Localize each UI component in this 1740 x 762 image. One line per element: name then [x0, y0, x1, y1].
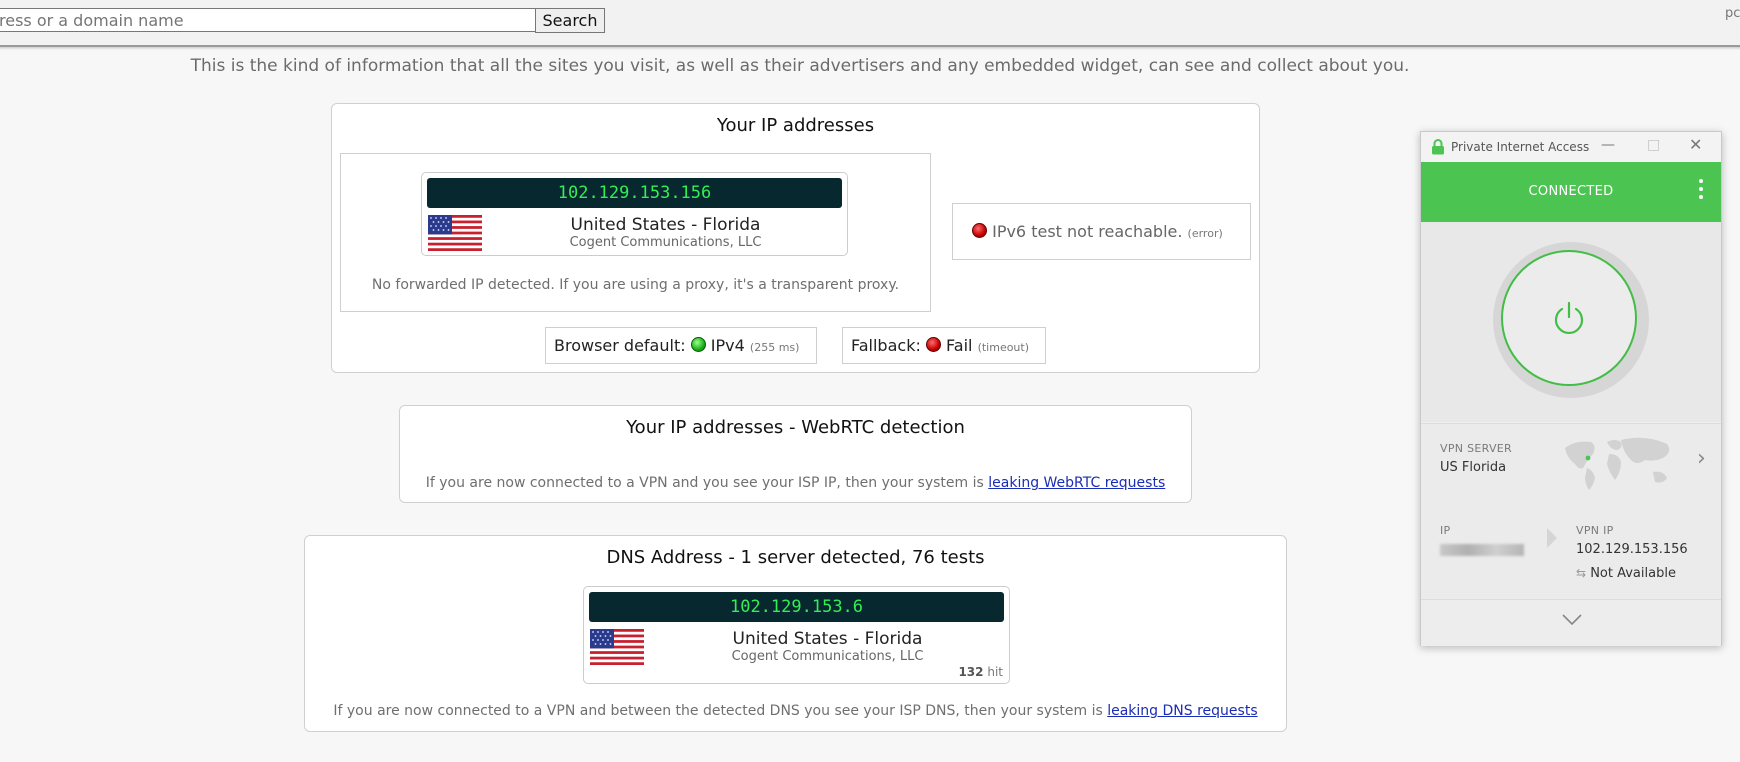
ipv6-text: IPv6 test not reachable. — [992, 222, 1183, 241]
pia-expand-bar[interactable] — [1421, 600, 1721, 646]
ipv6-status-line: IPv6 test not reachable. (error) — [972, 222, 1223, 241]
fallback-status: (timeout) — [977, 341, 1030, 354]
ip-label: IP — [1440, 524, 1451, 537]
ip-addresses-card: Your IP addresses 102.129.153.156 United… — [331, 103, 1260, 373]
power-button[interactable] — [1501, 250, 1637, 386]
webrtc-note: If you are now connected to a VPN and yo… — [400, 475, 1191, 491]
vpn-ip-label: VPN IP — [1576, 524, 1614, 537]
dns-isp: Cogent Communications, LLC — [731, 649, 924, 664]
dns-card-title: DNS Address - 1 server detected, 76 test… — [606, 547, 985, 568]
dns-hits-suffix: hit — [987, 665, 1003, 679]
webrtc-card-title: Your IP addresses - WebRTC detection — [626, 417, 965, 438]
fallback-value: Fail — [946, 336, 973, 355]
dns-note: If you are now connected to a VPN and be… — [305, 703, 1286, 719]
port-forward-status: ⇆ Not Available — [1576, 566, 1676, 581]
leaking-webrtc-link[interactable]: leaking WebRTC requests — [988, 475, 1165, 491]
ipv6-error: (error) — [1187, 227, 1223, 240]
red-status-dot-icon — [972, 223, 987, 238]
vpn-server-label: VPN SERVER — [1440, 442, 1512, 455]
leaking-dns-link[interactable]: leaking DNS requests — [1107, 703, 1257, 719]
power-ring — [1493, 242, 1649, 398]
port-forward-icon: ⇆ — [1576, 566, 1587, 580]
dns-hits: 132 hit — [958, 665, 1003, 679]
browser-default-value: IPv4 — [710, 336, 745, 355]
minimize-icon[interactable]: — — [1601, 137, 1615, 153]
vpn-ip-value: 102.129.153.156 — [1576, 542, 1688, 557]
more-menu-icon[interactable] — [1699, 179, 1703, 203]
chevron-down-icon[interactable] — [1562, 614, 1582, 626]
browser-default-label: Browser default: — [554, 336, 686, 355]
green-status-dot-icon — [690, 337, 706, 352]
dns-ip-value: 102.129.153.6 — [589, 592, 1004, 622]
power-icon — [1554, 301, 1584, 334]
ip-isp: Cogent Communications, LLC — [569, 235, 762, 250]
ip-country: United States - Florida — [570, 215, 761, 235]
pia-power-area — [1421, 222, 1721, 422]
fallback-label: Fallback: — [851, 336, 921, 355]
pia-connection-status: CONNECTED — [1528, 184, 1614, 199]
dns-ip-tile: 102.129.153.6 United States - Florida Co… — [583, 586, 1010, 684]
toolbar-shadow — [0, 47, 1740, 50]
vpn-server-row[interactable]: VPN SERVER US Florida › — [1421, 423, 1721, 505]
intro-text: This is the kind of information that all… — [190, 56, 1410, 76]
world-map-icon — [1565, 437, 1670, 490]
pia-titlebar: Private Internet Access — □ ✕ — [1421, 132, 1721, 162]
browser-default-line: Browser default: IPv4 (255 ms) — [554, 336, 799, 355]
close-icon[interactable]: ✕ — [1689, 135, 1702, 154]
blurred-ip — [1440, 544, 1524, 556]
ipv4-box: 102.129.153.156 United States - Florida … — [340, 153, 931, 312]
ipv6-box: IPv6 test not reachable. (error) — [952, 203, 1251, 260]
webrtc-card: Your IP addresses - WebRTC detection If … — [399, 405, 1192, 503]
lock-icon — [1432, 139, 1444, 155]
us-flag-icon — [590, 629, 644, 665]
dns-card: DNS Address - 1 server detected, 76 test… — [304, 535, 1287, 732]
not-available-text: Not Available — [1590, 566, 1676, 581]
pia-status-banner: CONNECTED — [1421, 162, 1721, 222]
us-flag-icon — [428, 215, 482, 251]
browser-default-box: Browser default: IPv4 (255 ms) — [545, 327, 817, 364]
ip-value: 102.129.153.156 — [427, 178, 842, 208]
red-status-dot-icon — [925, 337, 941, 352]
pia-ip-row: IP VPN IP 102.129.153.156 ⇆ Not Availabl… — [1421, 504, 1721, 600]
chevron-right-icon[interactable]: › — [1697, 446, 1706, 471]
vpn-server-value: US Florida — [1440, 460, 1507, 475]
browser-default-time: (255 ms) — [749, 341, 800, 354]
webrtc-note-text: If you are now connected to a VPN and yo… — [425, 475, 989, 491]
forwarded-ip-note: No forwarded IP detected. If you are usi… — [371, 277, 900, 293]
fallback-line: Fallback: Fail (timeout) — [851, 336, 1029, 355]
ip-tile: 102.129.153.156 United States - Florida … — [421, 172, 848, 256]
pia-window: Private Internet Access — □ ✕ CONNECTED … — [1420, 131, 1722, 646]
pia-title: Private Internet Access — [1451, 140, 1590, 154]
dns-hits-count: 132 — [958, 665, 984, 679]
search-button[interactable]: Search — [535, 8, 605, 33]
search-input[interactable] — [0, 8, 536, 32]
dns-country: United States - Florida — [732, 629, 923, 649]
ip-card-title: Your IP addresses — [716, 115, 875, 136]
maximize-icon[interactable]: □ — [1647, 137, 1660, 153]
dns-note-text: If you are now connected to a VPN and be… — [333, 703, 1108, 719]
arrow-right-icon — [1547, 528, 1557, 548]
fallback-box: Fallback: Fail (timeout) — [842, 327, 1046, 364]
corner-text: pc — [1725, 6, 1740, 21]
